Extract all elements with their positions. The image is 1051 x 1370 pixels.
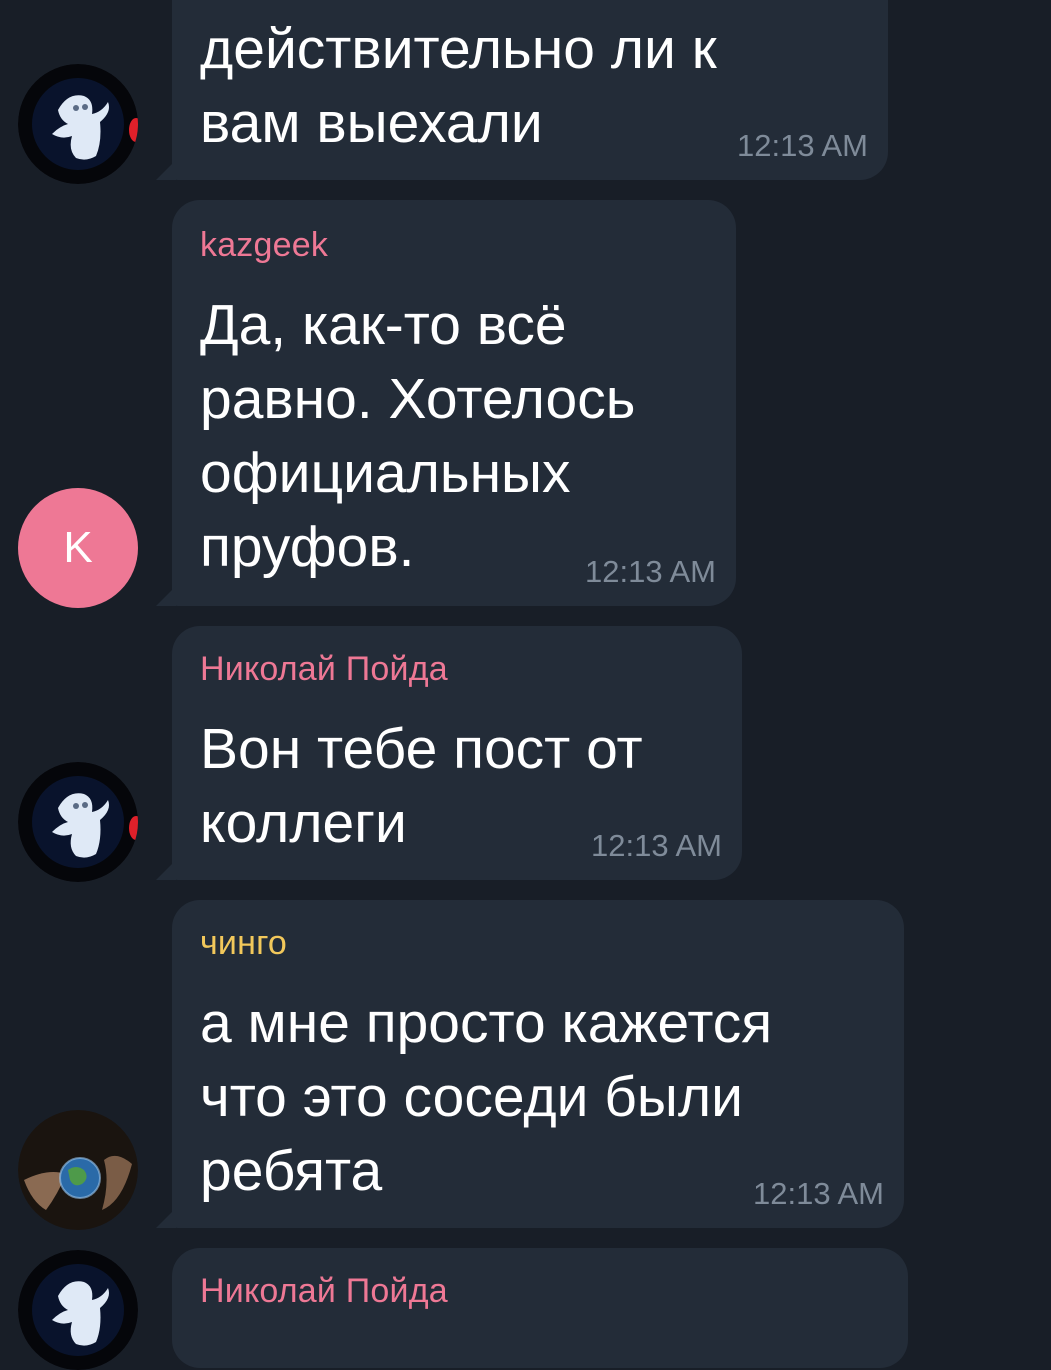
avatar-letter[interactable]: K (18, 488, 138, 608)
message-text-line: равно. Хотелось (200, 367, 636, 431)
avatar-ghost[interactable] (18, 1250, 138, 1370)
avatar-globe[interactable] (18, 1110, 138, 1230)
message-text-line: ребята (200, 1139, 383, 1203)
message-text-line: официальных (200, 441, 571, 505)
message-timestamp: 12:13 AM (591, 828, 722, 863)
sender-name[interactable]: Николай Пойда (200, 650, 448, 689)
sender-name[interactable]: Николай Пойда (200, 1272, 448, 1311)
globe-in-hands-icon (18, 1110, 138, 1230)
message-timestamp: 12:13 AM (737, 128, 868, 163)
sender-name[interactable]: чинго (200, 924, 287, 963)
sender-name[interactable]: kazgeek (200, 226, 328, 265)
bubble-tail (156, 860, 176, 880)
message-text-line: действительно ли к (200, 17, 717, 81)
avatar-initial: K (63, 523, 93, 572)
avatar-ghost[interactable] (18, 762, 138, 882)
message-bubble[interactable]: действительно ли к вам выехали 12:13 AM (156, 0, 888, 180)
message-text-line: пруфов. (200, 515, 415, 579)
message-text-line: Вон тебе пост от (200, 717, 643, 781)
bubble-tail (156, 586, 176, 606)
message-text-line: вам выехали (200, 91, 543, 155)
message-bubble[interactable]: kazgeek Да, как-то всё равно. Хотелось о… (156, 200, 736, 606)
message-text-line: Да, как-то всё (200, 293, 567, 357)
message-bubble[interactable]: Николай Пойда Вон тебе пост от коллеги 1… (156, 626, 742, 880)
ghost-icon (18, 1250, 138, 1370)
message-timestamp: 12:13 AM (585, 554, 716, 589)
bubble-tail (156, 1208, 176, 1228)
ghost-icon (18, 762, 138, 882)
ghost-icon (18, 64, 138, 184)
message-text-line: что это соседи были (200, 1065, 743, 1129)
message-text-line: а мне просто кажется (200, 991, 773, 1055)
avatar-ghost[interactable] (18, 64, 138, 184)
message-bubble[interactable]: чинго а мне просто кажется что это сосед… (156, 900, 904, 1228)
message-text-line: коллеги (200, 791, 407, 855)
message-bubble[interactable]: Николай Пойда (172, 1248, 908, 1368)
bubble-tail (156, 160, 176, 180)
message-timestamp: 12:13 AM (753, 1176, 884, 1211)
